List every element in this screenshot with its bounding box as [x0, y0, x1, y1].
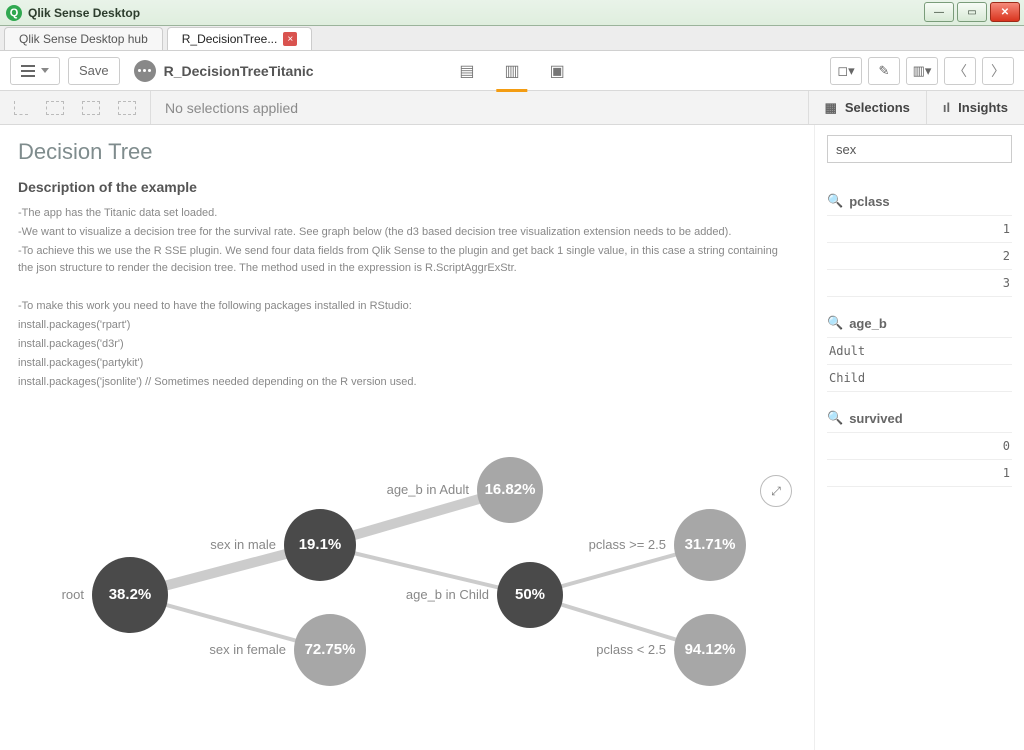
next-sheet-button[interactable]: 〉: [982, 57, 1014, 85]
description-line: -To make this work you need to have the …: [18, 298, 788, 315]
svg-text:pclass < 2.5: pclass < 2.5: [596, 642, 666, 657]
description-line: -To achieve this we use the R SSE plugin…: [18, 243, 788, 277]
step-back-icon[interactable]: [46, 101, 64, 115]
tab-hub[interactable]: Qlik Sense Desktop hub: [4, 27, 163, 50]
dim-survived-label: survived: [849, 411, 902, 426]
search-icon: 🔍: [827, 410, 843, 426]
svg-text:94.12%: 94.12%: [685, 641, 736, 658]
window-titlebar: Q Qlik Sense Desktop — ▭ ✕: [0, 0, 1024, 26]
svg-text:sex in male: sex in male: [210, 537, 276, 552]
save-button[interactable]: Save: [68, 57, 120, 85]
decision-tree-chart[interactable]: root 38.2% sex in male 19.1% sex in female 72…: [10, 395, 800, 735]
description-line: -We want to visualize a decision tree fo…: [18, 224, 788, 241]
svg-text:age_b in Child: age_b in Child: [406, 587, 489, 602]
dimension-search-input[interactable]: [827, 135, 1012, 163]
app-icon: Q: [6, 5, 22, 21]
svg-text:pclass >= 2.5: pclass >= 2.5: [589, 537, 666, 552]
selections-tool-button[interactable]: ▦ Selections: [808, 91, 926, 124]
story-view-icon[interactable]: ▣: [550, 61, 565, 81]
step-forward-icon[interactable]: [82, 101, 100, 115]
filter-value[interactable]: 0: [827, 433, 1012, 460]
svg-text:38.2%: 38.2%: [109, 586, 152, 603]
svg-text:19.1%: 19.1%: [299, 536, 342, 553]
bookmark-icon: ◻▾: [837, 63, 854, 79]
window-title: Qlik Sense Desktop: [28, 6, 140, 20]
prev-sheet-button[interactable]: 〈: [944, 57, 976, 85]
svg-text:72.75%: 72.75%: [305, 641, 356, 658]
app-dot-icon: [134, 60, 156, 82]
description-line: install.packages('rpart'): [18, 317, 788, 334]
selections-grid-icon: ▦: [825, 100, 837, 116]
app-name-label: R_DecisionTreeTitanic: [164, 63, 314, 79]
svg-text:sex in female: sex in female: [209, 642, 286, 657]
analyze-view-icon[interactable]: ▥: [504, 61, 519, 81]
search-icon: 🔍: [827, 315, 843, 331]
selections-bar: No selections applied ▦ Selections ıl In…: [0, 91, 1024, 125]
clear-all-icon[interactable]: [118, 101, 136, 115]
filter-panel: 🔍pclass 123 🔍age_b AdultChild 🔍survived …: [814, 125, 1024, 750]
dim-pclass-label: pclass: [849, 194, 889, 209]
sheets-button[interactable]: ▥▾: [906, 57, 938, 85]
filter-value[interactable]: 3: [827, 270, 1012, 297]
filter-value[interactable]: Child: [827, 365, 1012, 392]
window-close-button[interactable]: ✕: [990, 2, 1020, 22]
svg-text:16.82%: 16.82%: [485, 481, 536, 498]
caret-down-icon: [41, 68, 49, 73]
description-line: install.packages('partykit'): [18, 355, 788, 372]
close-tab-icon[interactable]: ×: [283, 32, 297, 46]
view-mode-group: ▤ ▥ ▣: [459, 51, 564, 91]
dim-ageb-label: age_b: [849, 316, 887, 331]
dim-ageb-header[interactable]: 🔍 age_b: [827, 315, 1012, 331]
filter-value[interactable]: 1: [827, 216, 1012, 243]
edit-button[interactable]: ✎: [868, 57, 900, 85]
insights-label: Insights: [958, 100, 1008, 115]
bookmarks-button[interactable]: ◻▾: [830, 57, 862, 85]
section-title: Description of the example: [18, 179, 796, 195]
chevron-right-icon: 〉: [991, 61, 1005, 81]
main-toolbar: Save R_DecisionTreeTitanic ▤ ▥ ▣ ◻▾ ✎ ▥▾…: [0, 51, 1024, 91]
description-line: [18, 279, 788, 296]
description-line: install.packages('d3r'): [18, 336, 788, 353]
filter-value[interactable]: 2: [827, 243, 1012, 270]
dim-survived-header[interactable]: 🔍 survived: [827, 410, 1012, 426]
sheet-canvas: Decision Tree Description of the example…: [0, 125, 814, 750]
tab-active-app[interactable]: R_DecisionTree... ×: [167, 27, 313, 50]
svg-text:31.71%: 31.71%: [685, 536, 736, 553]
window-maximize-button[interactable]: ▭: [957, 2, 987, 22]
tab-hub-label: Qlik Sense Desktop hub: [19, 32, 148, 46]
svg-text:50%: 50%: [515, 586, 545, 603]
app-name-chip[interactable]: R_DecisionTreeTitanic: [134, 60, 314, 82]
page-title: Decision Tree: [18, 139, 796, 165]
description-line: install.packages('jsonlite') // Sometime…: [18, 374, 788, 391]
window-minimize-button[interactable]: —: [924, 2, 954, 22]
svg-text:root: root: [62, 587, 85, 602]
chevron-left-icon: 〈: [953, 61, 967, 81]
app-tab-strip: Qlik Sense Desktop hub R_DecisionTree...…: [0, 26, 1024, 51]
tab-active-label: R_DecisionTree...: [182, 32, 278, 46]
description-line: -The app has the Titanic data set loaded…: [18, 205, 788, 222]
filter-value[interactable]: 1: [827, 460, 1012, 487]
smart-search-icon[interactable]: [14, 101, 28, 115]
notes-view-icon[interactable]: ▤: [459, 61, 474, 81]
save-button-label: Save: [79, 63, 109, 78]
sheets-icon: ▥▾: [913, 63, 932, 79]
pencil-icon: ✎: [879, 63, 890, 79]
no-selections-label: No selections applied: [150, 91, 298, 124]
filter-value[interactable]: Adult: [827, 338, 1012, 365]
hamburger-icon: [21, 65, 35, 77]
menu-button[interactable]: [10, 57, 60, 85]
search-icon: 🔍: [827, 193, 843, 209]
description-text: -The app has the Titanic data set loaded…: [18, 205, 788, 391]
selections-tool-label: Selections: [845, 100, 910, 115]
svg-text:age_b in Adult: age_b in Adult: [387, 482, 470, 497]
dim-pclass-header[interactable]: 🔍 pclass: [827, 193, 1012, 209]
insights-icon: ıl: [943, 100, 950, 115]
insights-button[interactable]: ıl Insights: [926, 91, 1024, 124]
